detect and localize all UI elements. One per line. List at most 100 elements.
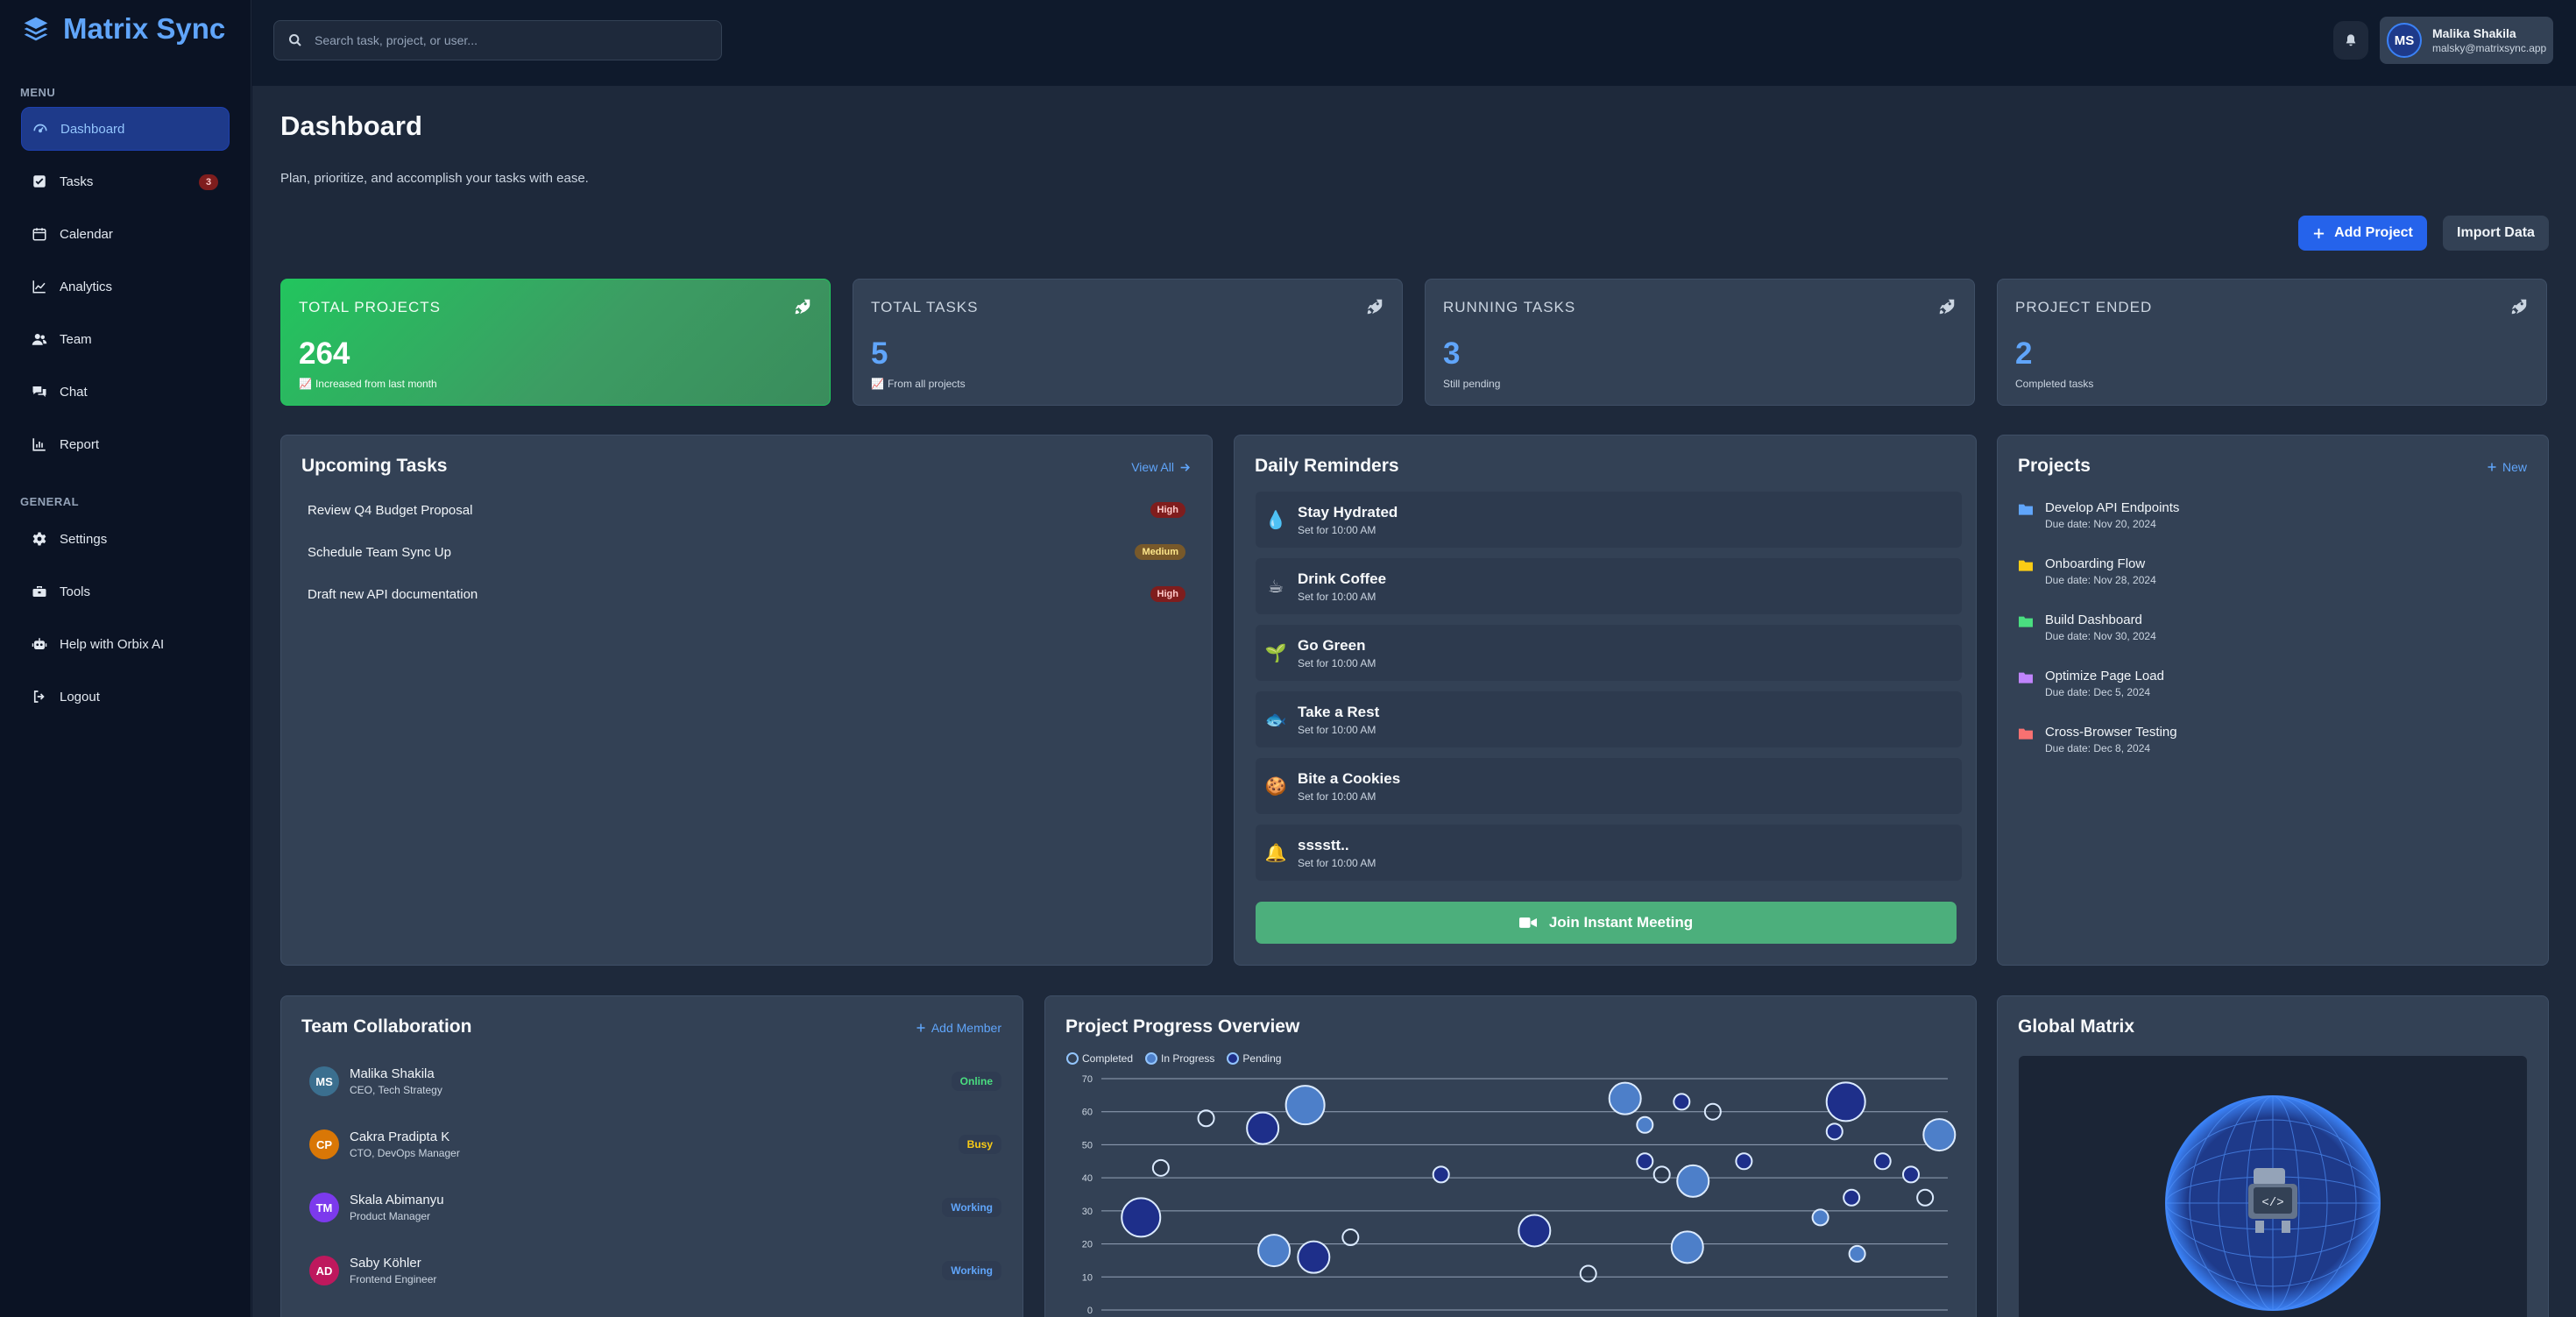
bubble-point[interactable] [1843, 1188, 1861, 1207]
panel-title: Upcoming Tasks [301, 456, 448, 476]
sidebar-item-label: Settings [60, 531, 108, 547]
reminder-item[interactable]: 🔔 sssstt.. Set for 10:00 AM [1256, 825, 1962, 881]
bubble-point[interactable] [1121, 1197, 1162, 1238]
bubble-point[interactable] [1670, 1230, 1704, 1264]
reminder-time: Set for 10:00 AM [1298, 723, 1376, 736]
bubble-point[interactable] [1735, 1152, 1753, 1171]
sidebar-item-team[interactable]: Team [21, 317, 230, 361]
stat-value: 264 [299, 336, 350, 371]
project-item[interactable]: Build Dashboard Due date: Nov 30, 2024 [2019, 612, 2156, 642]
sidebar-item-help[interactable]: Help with Orbix AI [21, 622, 230, 666]
team-member-row[interactable]: AD Saby Köhler Frontend Engineer Working [309, 1250, 1001, 1291]
bubble-point[interactable] [1608, 1081, 1642, 1115]
bubble-point[interactable] [1297, 1240, 1331, 1274]
avatar: MS [2387, 23, 2422, 58]
legend-marker [1066, 1052, 1079, 1065]
sidebar-item-logout[interactable]: Logout [21, 675, 230, 719]
reminder-item[interactable]: ☕ Drink Coffee Set for 10:00 AM [1256, 558, 1962, 614]
search-input[interactable] [315, 33, 700, 47]
bubble-point[interactable] [1636, 1152, 1654, 1171]
stat-note-text: Still pending [1443, 378, 1501, 390]
legend-in-progress[interactable]: In Progress [1145, 1052, 1214, 1065]
sidebar-item-chat[interactable]: Chat [21, 370, 230, 414]
bubble-point[interactable] [1151, 1158, 1170, 1177]
bubble-point[interactable] [1703, 1102, 1722, 1121]
sidebar-item-tools[interactable]: Tools [21, 570, 230, 613]
bubble-point[interactable] [1811, 1208, 1829, 1227]
chat-icon [32, 386, 46, 397]
new-project-link[interactable]: New [2487, 460, 2527, 474]
team-member-row[interactable]: MS Malika Shakila CEO, Tech Strategy Onli… [309, 1061, 1001, 1101]
bubble-point[interactable] [1676, 1164, 1710, 1198]
member-name: Saby Köhler [350, 1256, 421, 1271]
cookie-icon: 🍪 [1264, 776, 1287, 797]
project-item[interactable]: Develop API Endpoints Due date: Nov 20, 2… [2019, 500, 2179, 530]
bubble-point[interactable] [1922, 1118, 1957, 1152]
bubble-point[interactable] [1902, 1165, 1920, 1184]
legend-pending[interactable]: Pending [1227, 1052, 1281, 1065]
add-project-button[interactable]: Add Project [2298, 216, 2427, 251]
reminder-title: Drink Coffee [1298, 570, 1387, 587]
plus-icon [2313, 228, 2325, 238]
bubble-point[interactable] [1197, 1109, 1215, 1128]
project-name: Onboarding Flow [2045, 556, 2146, 571]
y-tick-label: 40 [1082, 1173, 1093, 1184]
team-member-row[interactable]: CP Cakra Pradipta K CTO, DevOps Manager B… [309, 1124, 1001, 1165]
search-box[interactable] [273, 20, 722, 60]
globe-viewport[interactable]: </> [2019, 1056, 2527, 1317]
task-row[interactable]: Review Q4 Budget Proposal High [308, 497, 1185, 523]
member-role: CEO, Tech Strategy [350, 1084, 442, 1096]
sidebar-item-analytics[interactable]: Analytics [21, 265, 230, 308]
bubble-point[interactable] [1873, 1152, 1892, 1171]
task-row[interactable]: Schedule Team Sync Up Medium [308, 539, 1185, 565]
bubble-point[interactable] [1284, 1085, 1326, 1126]
sidebar-item-settings[interactable]: Settings [21, 517, 230, 561]
legend-completed[interactable]: Completed [1066, 1052, 1133, 1065]
sidebar-item-calendar[interactable]: Calendar [21, 212, 230, 256]
bubble-point[interactable] [1825, 1122, 1844, 1141]
bubble-point[interactable] [1673, 1093, 1691, 1111]
reminder-item[interactable]: 🐟 Take a Rest Set for 10:00 AM [1256, 691, 1962, 747]
notifications-button[interactable] [2333, 21, 2368, 60]
sidebar-item-tasks[interactable]: Tasks 3 [21, 159, 230, 203]
app-logo[interactable]: Matrix Sync [21, 12, 225, 46]
reminder-item[interactable]: 💧 Stay Hydrated Set for 10:00 AM [1256, 492, 1962, 548]
team-collaboration-panel: Team Collaboration Add Member MS Malika … [280, 995, 1023, 1317]
bubble-point[interactable] [1246, 1111, 1280, 1145]
task-name: Draft new API documentation [308, 586, 478, 602]
page-subtitle: Plan, prioritize, and accomplish your ta… [280, 171, 589, 186]
join-meeting-button[interactable]: Join Instant Meeting [1256, 902, 1957, 944]
user-menu[interactable]: MS Malika Shakila malsky@matrixsync.app [2380, 17, 2553, 64]
project-item[interactable]: Cross-Browser Testing Due date: Dec 8, 20… [2019, 725, 2177, 754]
task-row[interactable]: Draft new API documentation High [308, 581, 1185, 607]
bubble-point[interactable] [1636, 1115, 1654, 1134]
bubble-point[interactable] [1825, 1081, 1866, 1122]
add-member-link[interactable]: Add Member [916, 1021, 1001, 1035]
bubble-point[interactable] [1848, 1244, 1866, 1263]
sidebar-item-report[interactable]: Report [21, 422, 230, 466]
import-data-button[interactable]: Import Data [2443, 216, 2549, 251]
sidebar-item-dashboard[interactable]: Dashboard [21, 107, 230, 151]
bubble-point[interactable] [1652, 1165, 1671, 1184]
status-badge: Online [951, 1072, 1001, 1091]
bubble-point[interactable] [1518, 1214, 1552, 1248]
stat-card-total-tasks: TOTAL TASKS 5 📈 From all projects [853, 279, 1403, 406]
reminder-title: sssstt.. [1298, 836, 1349, 853]
bell-icon [2346, 34, 2356, 46]
stat-note-text: Increased from last month [315, 378, 437, 390]
team-member-row[interactable]: TM Skala Abimanyu Product Manager Working [309, 1187, 1001, 1228]
bubble-point[interactable] [1432, 1165, 1450, 1184]
reminder-item[interactable]: 🌱 Go Green Set for 10:00 AM [1256, 625, 1962, 681]
bubble-point[interactable] [1257, 1234, 1292, 1268]
project-item[interactable]: Onboarding Flow Due date: Nov 28, 2024 [2019, 556, 2156, 586]
sidebar-item-label: Chat [60, 384, 88, 400]
bubble-point[interactable] [1341, 1228, 1360, 1247]
stat-note: 📈 From all projects [871, 378, 966, 390]
bubble-point[interactable] [1579, 1264, 1597, 1283]
reminder-item[interactable]: 🍪 Bite a Cookies Set for 10:00 AM [1256, 758, 1962, 814]
project-item[interactable]: Optimize Page Load Due date: Dec 5, 2024 [2019, 669, 2164, 698]
bubble-point[interactable] [1916, 1188, 1935, 1207]
toolbox-icon [32, 586, 46, 597]
menu-heading: MENU [20, 86, 56, 99]
view-all-link[interactable]: View All [1131, 460, 1191, 474]
